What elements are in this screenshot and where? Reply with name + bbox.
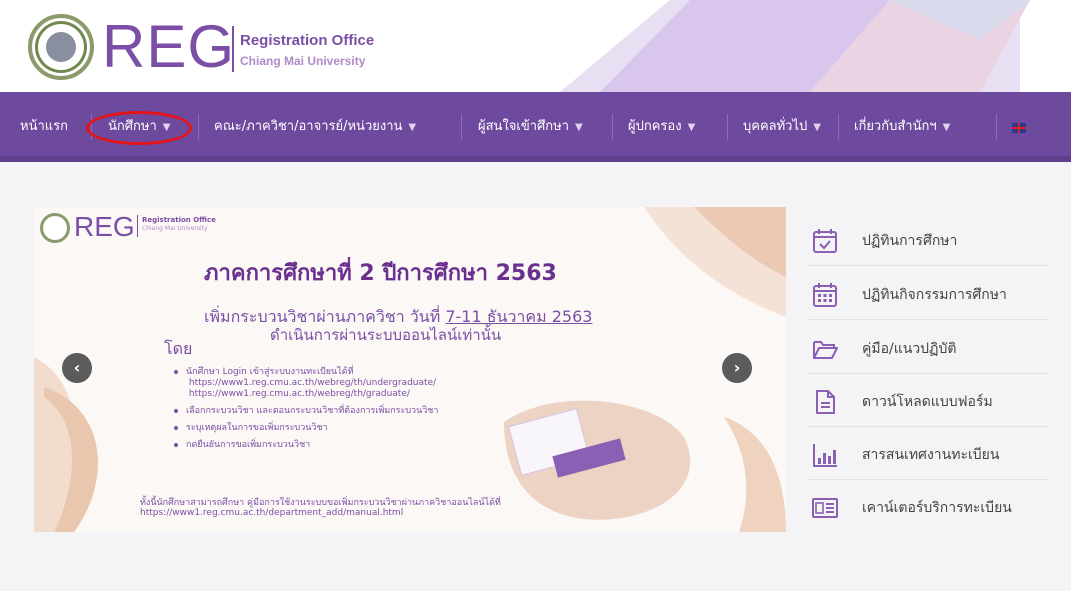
header-decoration [560,0,1030,92]
site-header: REG Registration Office Chiang Mai Unive… [0,0,1071,92]
side-menu-label: ดาวน์โหลดแบบฟอร์ม [862,394,993,410]
nav-parents[interactable]: ผู้ปกครอง ▼ [628,116,695,138]
slide-reg-logo-text: REG [74,211,135,242]
university-name: Chiang Mai University [240,54,366,68]
side-menu-label: สารสนเทศงานทะเบียน [862,447,1000,463]
nav-divider [727,114,728,140]
side-menu-label: เคาน์เตอร์บริการทะเบียน [862,500,1012,516]
nav-prospective[interactable]: ผู้สนใจเข้าศึกษา ▼ [478,116,583,138]
chevron-down-icon: ▼ [813,122,821,133]
side-menu-registration-info[interactable]: สารสนเทศงานทะเบียน [808,428,1048,480]
document-icon [816,390,835,414]
nav-public[interactable]: บุคคลทั่วไป ▼ [743,116,821,138]
side-menu-activity-calendar[interactable]: ปฏิทินกิจกรรมการศึกษา [808,268,1048,320]
logo-divider [232,26,234,72]
chevron-down-icon: ▼ [687,122,696,133]
list-item: เลือกกระบวนวิชา และตอนกระบวนวิชาที่ต้องก… [172,406,438,417]
list-item: นักศึกษา Login เข้าสู่ระบบงานทะเบียนได้ท… [172,367,438,400]
side-menu-label: ปฏิทินการศึกษา [862,233,958,249]
reg-logo-text[interactable]: REG [102,14,235,80]
bar-chart-icon [813,444,837,467]
calendar-grid-icon [813,283,837,307]
list-item: ระบุเหตุผลในการขอเพิ่มกระบวนวิชา [172,423,438,434]
side-menu-label: คู่มือ/แนวปฏิบัติ [862,341,957,357]
slide-manual-link: https://www1.reg.cmu.ac.th/department_ad… [140,508,404,518]
slide-steps-list: นักศึกษา Login เข้าสู่ระบบงานทะเบียนได้ท… [172,367,438,457]
nav-divider [461,114,462,140]
slide-logo-divider [137,215,138,237]
side-menu-service-counter[interactable]: เคาน์เตอร์บริการทะเบียน [808,481,1048,533]
id-card-icon [812,498,838,518]
folder-open-icon [813,341,838,359]
list-item: กดยืนยันการขอเพิ่มกระบวนวิชา [172,440,438,451]
nav-about-label: เกี่ยวกับสำนักฯ [854,119,937,134]
nav-parents-label: ผู้ปกครอง [628,119,682,134]
nav-faculty-label: คณะ/ภาควิชา/อาจารย์/หน่วยงาน [214,119,403,134]
nav-about[interactable]: เกี่ยวกับสำนักฯ ▼ [854,116,950,138]
announcement-slider[interactable]: REG Registration Office Chiang Mai Unive… [34,207,786,532]
slide-title: ภาคการศึกษาที่ 2 ปีการศึกษา 2563 [204,261,557,286]
side-menu-label: ปฏิทินกิจกรรมการศึกษา [862,287,1007,303]
nav-divider [612,114,613,140]
calendar-check-icon [813,229,837,253]
side-menu-manuals[interactable]: คู่มือ/แนวปฏิบัติ [808,322,1048,374]
prev-slide-button[interactable]: ‹ [62,353,92,383]
next-slide-button[interactable]: › [722,353,752,383]
side-menu-download-forms[interactable]: ดาวน์โหลดแบบฟอร์ม [808,375,1048,427]
slide-university-name: Chiang Mai University [142,225,208,232]
navbar-shadow [0,156,1071,162]
chevron-down-icon: ▼ [942,122,951,133]
nav-divider [198,114,199,140]
highlight-circle [86,111,192,145]
nav-divider [838,114,839,140]
nav-home[interactable]: หน้าแรก [20,116,68,138]
side-menu-divider [808,426,1048,427]
slide-by-label: โดย [164,339,193,358]
side-menu-divider [808,319,1048,320]
cmu-seal-logo[interactable] [28,14,94,80]
chevron-down-icon: ▼ [575,122,583,133]
nav-prospective-label: ผู้สนใจเข้าศึกษา [478,119,570,134]
chevron-right-icon: › [733,358,741,377]
side-menu-divider [808,373,1048,374]
slide-office-name: Registration Office [142,216,216,224]
slide-footer-text: ทั้งนี้นักศึกษาสามารถศึกษา คู่มือการใช้ง… [140,498,501,508]
chevron-left-icon: ‹ [73,358,81,377]
slide-seal-logo [40,213,70,243]
side-menu-academic-calendar[interactable]: ปฏิทินการศึกษา [808,214,1048,266]
nav-public-label: บุคคลทั่วไป [743,119,808,134]
chevron-down-icon: ▼ [408,122,417,133]
side-menu-divider [808,265,1048,266]
office-name: Registration Office [240,32,375,49]
nav-faculty[interactable]: คณะ/ภาควิชา/อาจารย์/หน่วยงาน ▼ [214,116,416,138]
uk-flag-icon[interactable] [1012,123,1026,133]
nav-divider [996,114,997,140]
side-menu-divider [808,479,1048,480]
slide-subtitle-line2: ดำเนินการผ่านระบบออนไลน์เท่านั้น [270,326,502,344]
nav-home-label: หน้าแรก [20,119,68,134]
